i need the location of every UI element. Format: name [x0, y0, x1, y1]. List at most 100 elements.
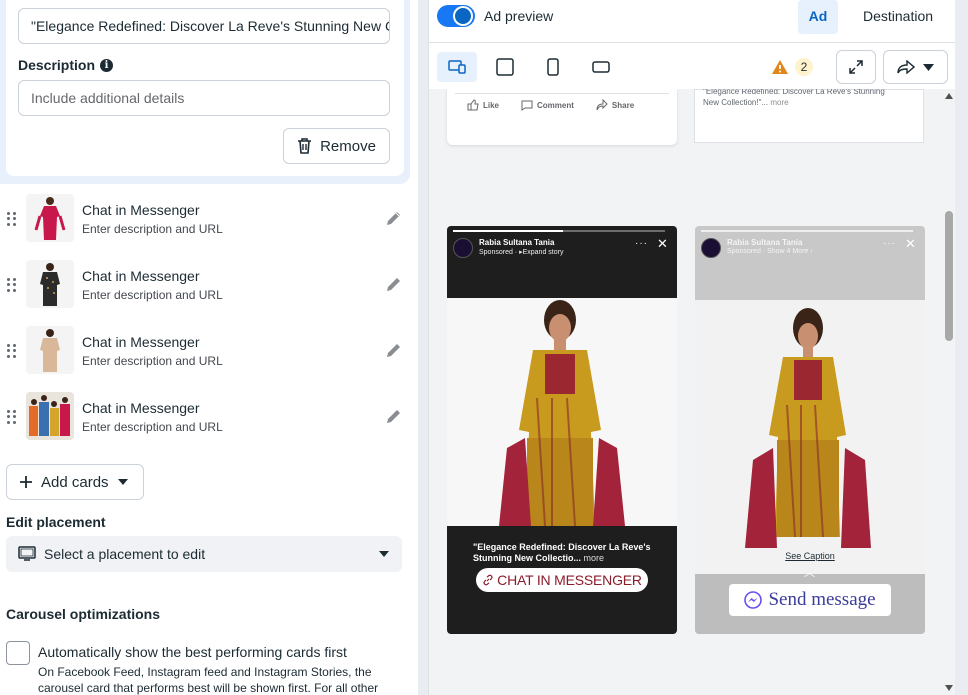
remove-label: Remove	[320, 137, 376, 155]
carousel-cards-list: Chat in Messenger Enter description and …	[0, 188, 418, 452]
all-devices-button[interactable]	[437, 52, 477, 82]
info-icon[interactable]: i	[100, 58, 114, 72]
story-meta: Sponsored · Show 4 More ›	[727, 248, 813, 255]
carousel-optimizations-heading: Carousel optimizations	[6, 606, 161, 622]
carousel-card[interactable]: Chat in Messenger Enter description and …	[0, 386, 418, 452]
share-icon	[897, 60, 915, 74]
messenger-icon	[744, 591, 763, 609]
story-progress-bar	[701, 230, 913, 232]
avatar	[453, 238, 473, 258]
close-icon[interactable]: ✕	[905, 236, 916, 252]
cta-label: CHAT IN MESSENGER	[497, 572, 642, 588]
thumbs-up-icon	[467, 99, 479, 111]
ig-feed-caption: "Elegance Redefined: Discover La Reve's …	[703, 89, 903, 108]
mobile-format-button[interactable]	[533, 52, 573, 82]
drag-handle-icon[interactable]	[7, 278, 17, 292]
share-label: Share	[611, 100, 635, 110]
expand-icon	[849, 60, 863, 74]
scrollbar-thumb[interactable]	[945, 211, 953, 341]
more-options-icon[interactable]: ···	[635, 238, 648, 249]
card-subtitle: Enter description and URL	[82, 222, 223, 236]
headline-input[interactable]: "Elegance Redefined: Discover La Reve's …	[18, 8, 390, 44]
story-caption: "Elegance Redefined: Discover La Reve's …	[473, 542, 657, 564]
story-caption-more[interactable]: more	[584, 553, 605, 563]
card-title: Chat in Messenger	[82, 334, 200, 350]
add-cards-button[interactable]: Add cards	[6, 464, 144, 500]
add-cards-label: Add cards	[41, 473, 109, 491]
story-meta: Sponsored · ▸Expand story	[479, 249, 564, 256]
preview-scrollbar[interactable]	[942, 89, 955, 695]
ads-manager-editor: "Elegance Redefined: Discover La Reve's …	[0, 0, 968, 695]
more-options-icon[interactable]: ···	[883, 238, 896, 249]
comment-action: Comment	[521, 99, 574, 111]
warnings-indicator[interactable]: 2	[771, 58, 813, 76]
square-icon	[496, 58, 514, 76]
facebook-feed-preview: Like Comment Share	[447, 89, 677, 145]
card-thumbnail	[26, 194, 74, 242]
tab-ad[interactable]: Ad	[798, 0, 838, 34]
close-icon[interactable]: ✕	[657, 236, 668, 252]
preview-toolbar: 2	[429, 44, 955, 88]
edit-pencil-icon[interactable]	[385, 407, 403, 425]
facebook-story-preview: Rabia Sultana Tania Sponsored · ▸Expand …	[447, 226, 677, 634]
instagram-story-preview: Rabia Sultana Tania Sponsored · Show 4 M…	[695, 226, 925, 634]
story-account-name: Rabia Sultana Tania	[479, 238, 555, 247]
best-cards-checkbox[interactable]	[6, 641, 30, 665]
product-image	[695, 300, 925, 574]
edit-pencil-icon[interactable]	[385, 341, 403, 359]
ad-preview-label: Ad preview	[484, 8, 554, 24]
phone-icon	[547, 58, 559, 76]
card-thumbnail	[26, 392, 74, 440]
landscape-icon	[592, 61, 610, 73]
like-action: Like	[467, 99, 499, 111]
drag-handle-icon[interactable]	[7, 344, 17, 358]
caret-down-icon	[117, 479, 128, 485]
ad-preview-toggle[interactable]	[437, 5, 475, 27]
card-edit-form: "Elegance Redefined: Discover La Reve's …	[6, 0, 404, 176]
story-account-name: Rabia Sultana Tania	[727, 238, 803, 247]
post-actions: Like Comment Share	[467, 99, 634, 111]
carousel-card[interactable]: Chat in Messenger Enter description and …	[0, 320, 418, 386]
card-title: Chat in Messenger	[82, 268, 200, 284]
tab-destination[interactable]: Destination	[863, 8, 933, 24]
description-label: Description i	[18, 57, 114, 73]
drag-handle-icon[interactable]	[7, 410, 17, 424]
square-format-button[interactable]	[485, 52, 525, 82]
plus-icon	[20, 476, 32, 488]
edit-pencil-icon[interactable]	[385, 275, 403, 293]
like-label: Like	[483, 100, 500, 110]
remove-button[interactable]: Remove	[283, 128, 390, 164]
trash-icon	[298, 138, 312, 154]
scroll-up-icon[interactable]	[945, 93, 953, 99]
drag-handle-icon[interactable]	[7, 212, 17, 226]
ad-creative-panel: "Elegance Redefined: Discover La Reve's …	[0, 0, 418, 695]
landscape-format-button[interactable]	[581, 52, 621, 82]
see-caption-link[interactable]: See Caption	[695, 551, 925, 561]
expand-button[interactable]	[836, 50, 876, 84]
scroll-down-icon[interactable]	[945, 685, 953, 691]
send-message-button[interactable]: Send message	[729, 584, 891, 616]
comment-label: Comment	[537, 100, 574, 110]
caret-down-icon	[379, 551, 389, 557]
edit-pencil-icon[interactable]	[385, 209, 403, 227]
share-button[interactable]	[883, 50, 948, 84]
placement-select[interactable]: Select a placement to edit	[6, 536, 402, 572]
card-subtitle: Enter description and URL	[82, 420, 223, 434]
preview-header: Ad preview Ad Destination	[429, 0, 955, 43]
ad-preview-panel: Ad preview Ad Destination 2 Like Comment…	[428, 0, 955, 695]
devices-icon	[448, 60, 466, 74]
comment-icon	[521, 100, 533, 111]
ig-feed-caption-text: "Elegance Redefined: Discover La Reve's …	[703, 89, 885, 107]
card-subtitle: Enter description and URL	[82, 288, 223, 302]
carousel-card[interactable]: Chat in Messenger Enter description and …	[0, 254, 418, 320]
carousel-card[interactable]: Chat in Messenger Enter description and …	[0, 188, 418, 254]
best-cards-label: Automatically show the best performing c…	[38, 644, 347, 660]
description-input[interactable]: Include additional details	[18, 80, 390, 116]
instagram-feed-preview: "Elegance Redefined: Discover La Reve's …	[694, 89, 924, 143]
description-label-text: Description	[18, 57, 96, 73]
chat-in-messenger-button[interactable]: CHAT IN MESSENGER	[476, 568, 648, 592]
divider	[455, 93, 669, 94]
link-icon	[483, 574, 493, 586]
card-subtitle: Enter description and URL	[82, 354, 223, 368]
card-thumbnail	[26, 326, 74, 374]
